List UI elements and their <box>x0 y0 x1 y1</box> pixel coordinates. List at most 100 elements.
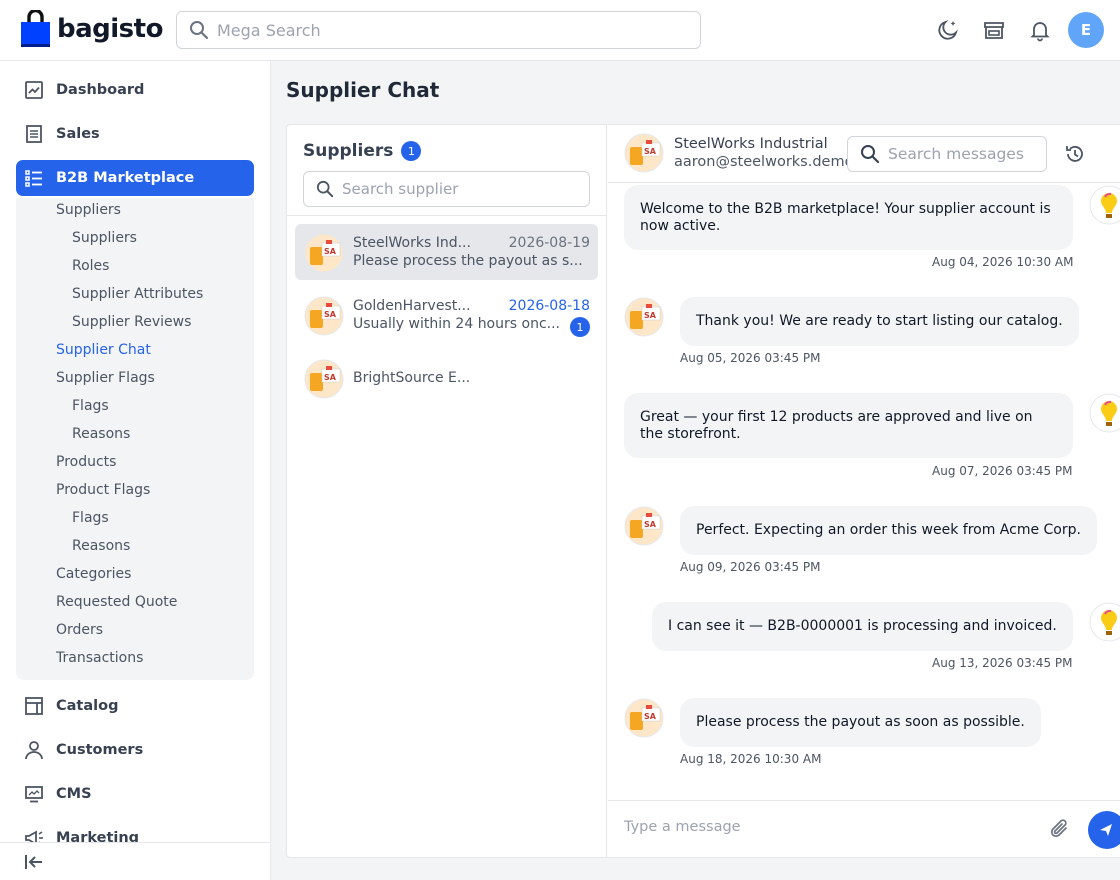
supplier-list-panel: Suppliers 1 SA SteelWorks Ind... 2026-08… <box>287 125 607 857</box>
submenu-supplier-chat[interactable]: Supplier Chat <box>56 342 151 358</box>
catalog-icon <box>25 697 43 715</box>
unread-count-badge: 1 <box>570 317 590 337</box>
moon-sparkle-icon[interactable] <box>936 18 960 42</box>
submenu-supplier-flags-reasons[interactable]: Reasons <box>72 426 130 442</box>
submenu-supplier-attributes[interactable]: Supplier Attributes <box>72 286 203 302</box>
message-timestamp: Aug 09, 2026 03:45 PM <box>680 560 821 574</box>
storefront-icon[interactable] <box>982 18 1006 42</box>
mega-search-box[interactable] <box>176 11 701 49</box>
sidebar-item-label: CMS <box>56 786 92 802</box>
submenu-supplier-flags[interactable]: Supplier Flags <box>56 370 155 386</box>
send-icon <box>1100 824 1112 836</box>
bell-icon[interactable] <box>1028 18 1052 42</box>
divider <box>287 215 607 216</box>
conversation-supplier-email: aaron@steelworks.demo <box>674 154 854 170</box>
search-icon <box>190 21 209 40</box>
admin-avatar <box>1089 393 1120 433</box>
message-bubble-supplier: Thank you! We are ready to start listing… <box>680 297 1079 346</box>
receipt-icon <box>26 125 42 143</box>
supplier-list-item[interactable]: SA GoldenHarvest... 2026-08-18 Usually w… <box>295 287 598 343</box>
supplier-search-input[interactable] <box>342 180 577 198</box>
sidebar-footer <box>0 842 270 880</box>
supplier-list-item[interactable]: SA BrightSource E... <box>295 350 598 406</box>
admin-avatar <box>1089 185 1120 225</box>
submenu-orders[interactable]: Orders <box>56 622 103 638</box>
supplier-avatar: SA <box>624 698 664 738</box>
sidebar-item-label: Sales <box>56 126 100 142</box>
supplier-avatar: SA <box>304 296 344 336</box>
sidebar-item-label: Dashboard <box>56 82 145 98</box>
brand-name: bagisto <box>57 14 163 44</box>
message-bubble-supplier: Please process the payout as soon as pos… <box>680 698 1041 747</box>
supplier-last-message: Please process the payout as s... <box>353 253 583 269</box>
submenu-requested-quote[interactable]: Requested Quote <box>56 594 177 610</box>
submenu-transactions[interactable]: Transactions <box>56 650 143 666</box>
message-timestamp: Aug 13, 2026 03:45 PM <box>932 656 1073 670</box>
sidebar-item-sales[interactable]: Sales <box>16 116 254 152</box>
message-timestamp: Aug 07, 2026 03:45 PM <box>932 464 1073 478</box>
sidebar-item-label: Catalog <box>56 698 119 714</box>
send-button[interactable] <box>1088 811 1120 849</box>
sidebar: Dashboard Sales B2B Marketplace Supplier… <box>0 61 271 880</box>
supplier-list-item[interactable]: SA SteelWorks Ind... 2026-08-19 Please p… <box>295 224 598 280</box>
svg-text:SA: SA <box>644 712 657 721</box>
admin-avatar <box>1089 602 1120 642</box>
supplier-search-box[interactable] <box>303 171 590 207</box>
submenu-roles[interactable]: Roles <box>72 258 109 274</box>
supplier-last-date: 2026-08-19 <box>508 235 590 251</box>
page-title: Supplier Chat <box>286 78 440 102</box>
brand-logo[interactable]: bagisto <box>20 10 163 48</box>
message-composer <box>608 800 1120 857</box>
collapse-sidebar-icon[interactable] <box>24 853 44 871</box>
supplier-name: GoldenHarvest... <box>353 298 471 314</box>
supplier-count-badge: 1 <box>401 141 422 161</box>
supplier-heading-label: Suppliers <box>303 141 394 161</box>
supplier-last-date: 2026-08-18 <box>508 298 590 314</box>
search-icon <box>861 145 880 164</box>
supplier-name: BrightSource E... <box>353 370 471 386</box>
monitor-icon <box>25 786 43 803</box>
submenu-product-flags[interactable]: Product Flags <box>56 482 150 498</box>
mega-search-input[interactable] <box>217 20 677 40</box>
submenu-product-flags-flags[interactable]: Flags <box>72 510 109 526</box>
submenu-product-flags-reasons[interactable]: Reasons <box>72 538 130 554</box>
supplier-avatar: SA <box>624 133 664 173</box>
svg-text:SA: SA <box>644 147 657 156</box>
sidebar-item-label: Customers <box>56 742 144 758</box>
user-icon <box>25 741 43 760</box>
svg-text:SA: SA <box>644 520 657 529</box>
submenu-supplier-reviews[interactable]: Supplier Reviews <box>72 314 191 330</box>
message-timestamp: Aug 18, 2026 10:30 AM <box>680 752 822 766</box>
submenu-categories[interactable]: Categories <box>56 566 131 582</box>
sidebar-item-catalog[interactable]: Catalog <box>16 688 254 724</box>
supplier-avatar: SA <box>624 506 664 546</box>
message-search-box[interactable] <box>847 136 1047 172</box>
submenu-supplier-flags-flags[interactable]: Flags <box>72 398 109 414</box>
bag-logo-icon <box>21 10 50 47</box>
svg-text:SA: SA <box>324 373 337 382</box>
supplier-avatar: SA <box>624 297 664 337</box>
supplier-name: SteelWorks Ind... <box>353 235 471 251</box>
submenu-suppliers-list[interactable]: Suppliers <box>72 230 137 246</box>
history-icon[interactable] <box>1064 143 1086 165</box>
sidebar-item-customers[interactable]: Customers <box>16 732 254 768</box>
submenu-suppliers[interactable]: Suppliers <box>56 202 121 218</box>
sidebar-item-label: B2B Marketplace <box>56 170 195 186</box>
svg-text:SA: SA <box>644 311 657 320</box>
sidebar-item-cms[interactable]: CMS <box>16 776 254 812</box>
conversation-supplier-name: SteelWorks Industrial <box>674 136 828 152</box>
message-search-input[interactable] <box>888 145 1038 163</box>
list-icon <box>25 170 42 187</box>
sidebar-item-b2b-marketplace[interactable]: B2B Marketplace <box>16 160 254 196</box>
conversation-panel: SA SteelWorks Industrial aaron@steelwork… <box>608 125 1120 857</box>
svg-text:SA: SA <box>324 310 337 319</box>
message-bubble-supplier: Perfect. Expecting an order this week fr… <box>680 506 1097 555</box>
sidebar-item-dashboard[interactable]: Dashboard <box>16 72 254 108</box>
paperclip-icon[interactable] <box>1049 818 1071 840</box>
submenu-products[interactable]: Products <box>56 454 116 470</box>
message-bubble-admin: Great — your first 12 products are appro… <box>624 393 1073 458</box>
message-input[interactable] <box>624 819 1024 835</box>
message-timestamp: Aug 04, 2026 10:30 AM <box>932 255 1074 269</box>
message-bubble-admin: Welcome to the B2B marketplace! Your sup… <box>624 185 1073 250</box>
user-avatar[interactable]: E <box>1068 12 1104 48</box>
